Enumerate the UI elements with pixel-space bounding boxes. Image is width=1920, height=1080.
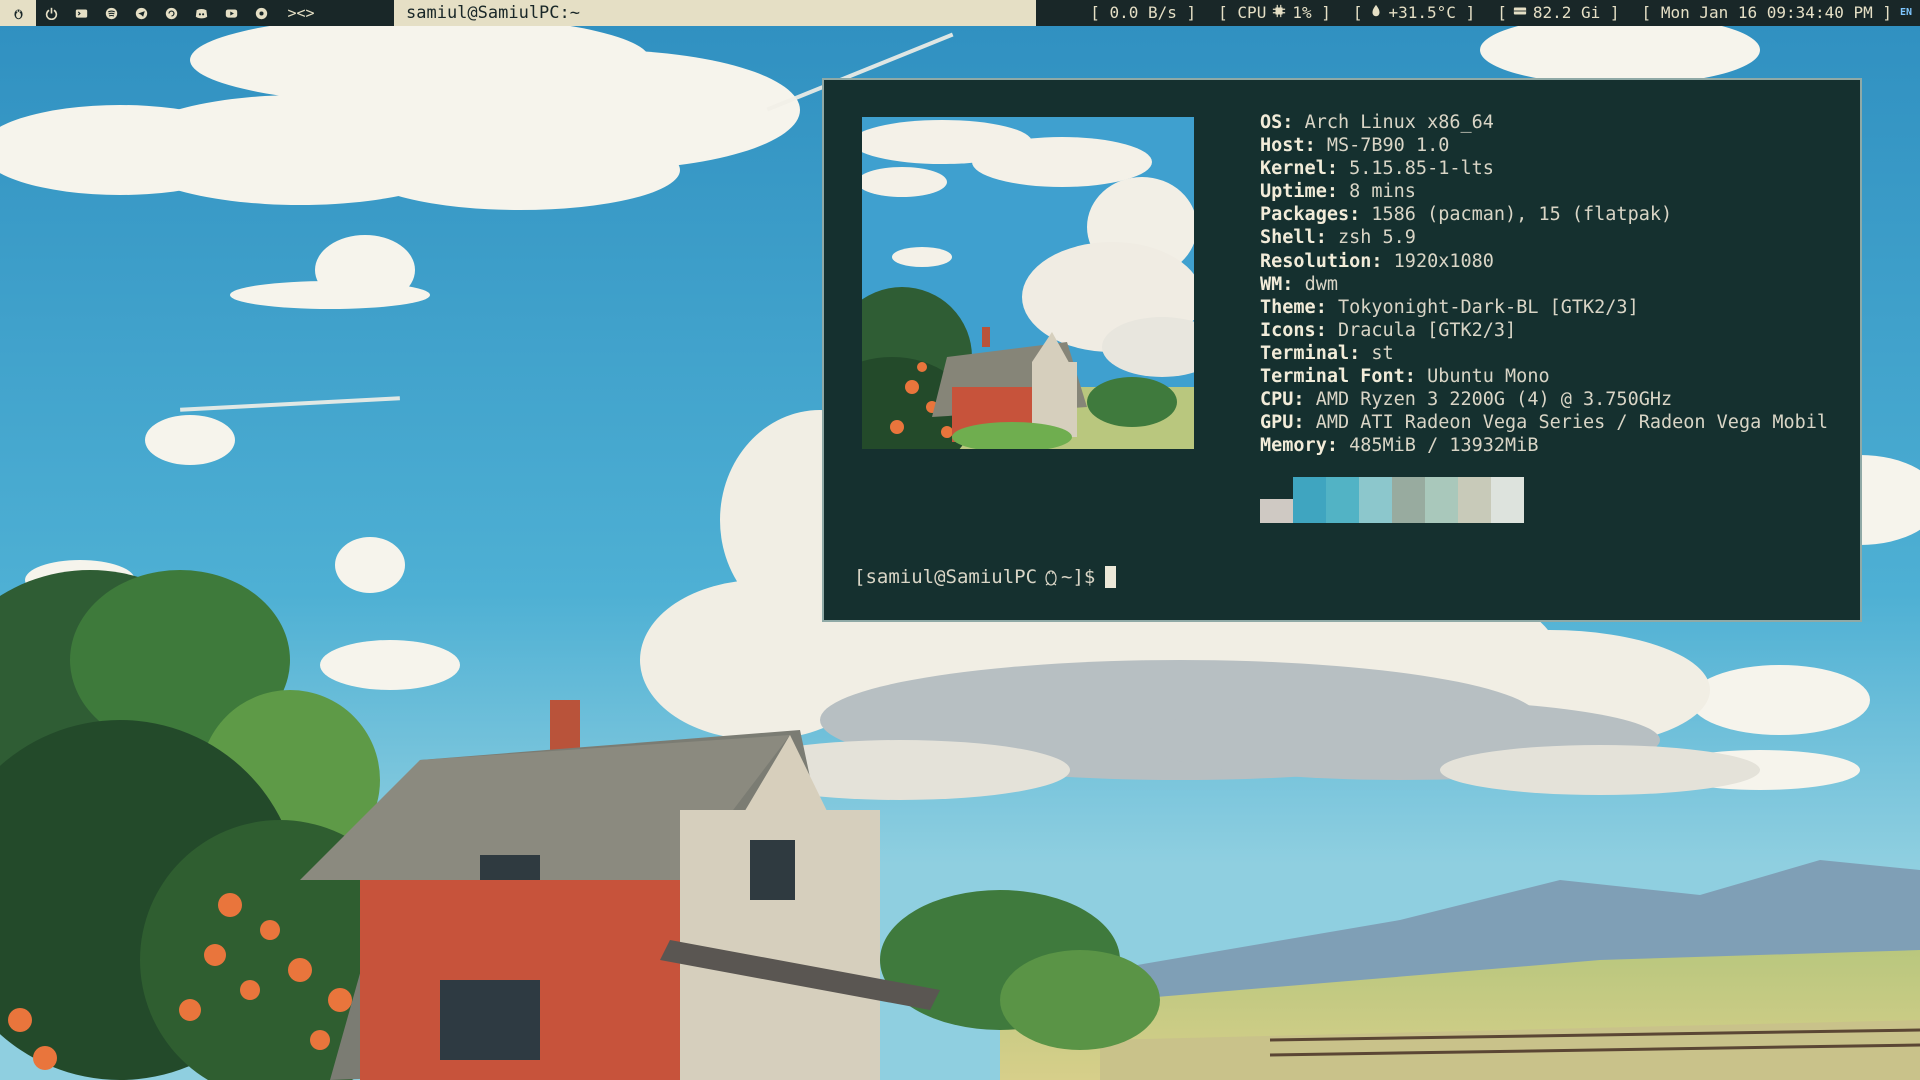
info-value: Tokyonight-Dark-BL [GTK2/3] <box>1337 296 1639 318</box>
thermometer-icon <box>1369 0 1383 26</box>
memory-value: 82.2 Gi ] <box>1532 3 1620 22</box>
info-line: CPU: AMD Ryzen 3 2200G (4) @ 3.750GHz <box>1260 389 1673 411</box>
info-value: Arch Linux x86_64 <box>1304 112 1494 133</box>
discord-icon[interactable] <box>186 0 216 26</box>
info-line: Host: MS-7B90 1.0 <box>1260 135 1450 157</box>
info-key: Host <box>1260 135 1305 157</box>
info-key: OS <box>1260 112 1283 133</box>
info-line: Packages: 1586 (pacman), 15 (flatpak) <box>1260 204 1673 226</box>
info-value: 8 mins <box>1349 181 1416 203</box>
refresh-icon[interactable] <box>156 0 186 26</box>
info-line: Terminal: st <box>1260 342 1394 364</box>
clock: [ Mon Jan 16 09:34:40 PM ] <box>1641 3 1892 22</box>
layout-indicator[interactable]: ><> <box>276 0 326 26</box>
workspace-tags: ><> <box>0 0 326 26</box>
info-line: Resolution: 1920x1080 <box>1260 250 1494 272</box>
info-key: GPU <box>1260 412 1294 434</box>
color-swatch <box>1425 477 1458 523</box>
terminal-window[interactable]: OS: Arch Linux x86_64 Host: MS-7B90 1.0 Ke… <box>822 78 1862 622</box>
info-key: Memory <box>1260 435 1327 457</box>
cpu-chip-icon <box>1272 0 1286 26</box>
color-swatch <box>1392 477 1425 523</box>
neofetch-image <box>862 117 1194 449</box>
info-value: MS-7B90 1.0 <box>1326 135 1450 157</box>
text-cursor <box>1105 566 1117 588</box>
info-value: 1586 (pacman), 15 (flatpak) <box>1371 204 1673 226</box>
info-key: CPU <box>1260 389 1294 411</box>
terminal-icon[interactable] <box>66 0 96 26</box>
status-bar: ><> samiul@SamiulPC:~ [ 0.0 B/s ] [ CPU … <box>0 0 1920 26</box>
color-swatch <box>1293 477 1326 523</box>
info-value: Dracula [GTK2/3] <box>1337 319 1517 341</box>
info-value: st <box>1371 342 1394 364</box>
status-modules: [ 0.0 B/s ] [ CPU 1% ] [ +31.5°C ] [ 82.… <box>1090 0 1892 26</box>
info-key: Shell <box>1260 227 1316 249</box>
youtube-icon[interactable] <box>216 0 246 26</box>
memory-status: [ 82.2 Gi ] <box>1497 0 1619 26</box>
color-swatch <box>1260 499 1293 523</box>
info-value: zsh 5.9 <box>1337 227 1416 249</box>
info-line: OS: Arch Linux x86_64 <box>1260 112 1494 133</box>
net-speed: [ 0.0 B/s ] <box>1090 3 1197 22</box>
color-swatch <box>1458 477 1491 523</box>
info-key: Uptime <box>1260 181 1327 203</box>
info-key: Terminal Font <box>1260 366 1405 388</box>
info-line: GPU: AMD ATI Radeon Vega Series / Radeon… <box>1260 412 1829 434</box>
info-value: 1920x1080 <box>1393 250 1494 272</box>
info-line: Memory: 485MiB / 13932MiB <box>1260 435 1539 457</box>
cpu-label: [ CPU <box>1218 3 1267 22</box>
memory-icon <box>1513 0 1527 26</box>
info-line: Terminal Font: Ubuntu Mono <box>1260 366 1550 388</box>
info-value: 5.15.85-1-lts <box>1349 158 1494 180</box>
info-key: Terminal <box>1260 342 1350 364</box>
info-line: Icons: Dracula [GTK2/3] <box>1260 319 1517 341</box>
cpu-status: [ CPU 1% ] <box>1218 0 1331 26</box>
info-line: Uptime: 8 mins <box>1260 181 1416 203</box>
tux-icon[interactable] <box>0 0 36 26</box>
tux-icon <box>1043 568 1059 586</box>
cpu-value: 1% ] <box>1292 3 1331 22</box>
system-info: OS: Arch Linux x86_64 Host: MS-7B90 1.0 Ke… <box>1260 111 1828 457</box>
info-line: Shell: zsh 5.9 <box>1260 227 1416 249</box>
info-key: WM <box>1260 273 1283 295</box>
info-value: AMD ATI Radeon Vega Series / Radeon Vega… <box>1315 412 1829 434</box>
keyboard-layout-indicator[interactable]: EN <box>1896 3 1916 23</box>
info-value: AMD Ryzen 3 2200G (4) @ 3.750GHz <box>1315 389 1673 411</box>
prompt-path: ~]$ <box>1061 566 1096 588</box>
settings-icon[interactable] <box>246 0 276 26</box>
telegram-icon[interactable] <box>126 0 156 26</box>
spotify-icon[interactable] <box>96 0 126 26</box>
color-swatch <box>1491 477 1524 523</box>
prompt-user-host: [samiul@SamiulPC <box>854 566 1038 588</box>
info-line: Kernel: 5.15.85-1-lts <box>1260 158 1494 180</box>
info-key: Icons <box>1260 319 1316 341</box>
info-value: 485MiB / 13932MiB <box>1349 435 1539 457</box>
info-key: Theme <box>1260 296 1316 318</box>
info-value: dwm <box>1304 273 1338 295</box>
window-title: samiul@SamiulPC:~ <box>394 0 1036 26</box>
info-key: Kernel <box>1260 158 1327 180</box>
temperature-value: +31.5°C ] <box>1388 3 1476 22</box>
color-swatch <box>1326 477 1359 523</box>
info-key: Resolution <box>1260 250 1372 272</box>
shell-prompt[interactable]: [samiul@SamiulPC ~]$ <box>854 566 1117 588</box>
info-line: Theme: Tokyonight-Dark-BL [GTK2/3] <box>1260 296 1639 318</box>
info-line: WM: dwm <box>1260 273 1338 295</box>
color-swatch <box>1359 477 1392 523</box>
color-palette <box>1260 477 1524 523</box>
info-value: Ubuntu Mono <box>1427 366 1550 388</box>
info-key: Packages <box>1260 204 1350 226</box>
power-icon[interactable] <box>36 0 66 26</box>
temperature-status: [ +31.5°C ] <box>1353 0 1475 26</box>
